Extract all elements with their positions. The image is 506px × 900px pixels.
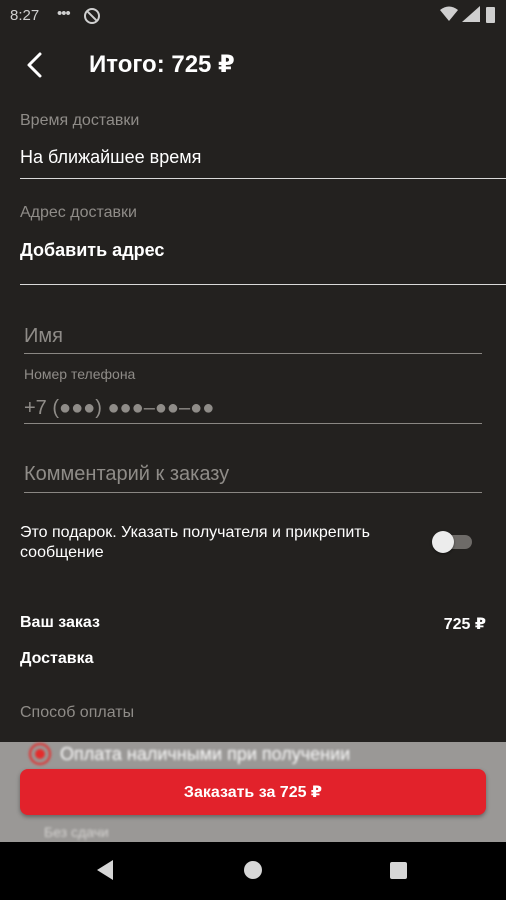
delivery-summary-label: Доставка — [20, 650, 94, 667]
back-button[interactable] — [18, 48, 52, 82]
comment-input[interactable] — [24, 460, 480, 488]
status-notification-dots: ••• — [57, 5, 71, 22]
nav-recents-icon[interactable] — [390, 862, 407, 879]
do-not-disturb-icon — [84, 8, 100, 24]
nav-back-icon[interactable] — [95, 858, 115, 882]
name-divider — [24, 353, 482, 354]
name-input[interactable] — [24, 322, 480, 350]
status-bar — [0, 0, 506, 32]
page-title: Итого: 725 ₽ — [89, 51, 235, 78]
payment-method-label: Способ оплаты — [20, 704, 135, 721]
gift-toggle[interactable] — [432, 531, 472, 553]
place-order-button[interactable]: Заказать за 725 ₽ — [20, 769, 486, 815]
delivery-address-divider — [20, 284, 506, 285]
phone-divider — [24, 423, 482, 424]
phone-label: Номер телефона — [24, 366, 136, 382]
status-time: 8:27 — [10, 7, 40, 24]
no-change-option[interactable]: Без сдачи — [44, 824, 109, 840]
wifi-icon — [440, 6, 458, 21]
add-address-button[interactable]: Добавить адрес — [20, 240, 164, 261]
chevron-left-icon — [27, 52, 42, 78]
delivery-time-label: Время доставки — [20, 112, 140, 129]
comment-divider — [24, 492, 482, 493]
gift-toggle-thumb — [432, 531, 454, 553]
delivery-time-divider — [20, 178, 506, 179]
nav-home-icon[interactable] — [244, 861, 262, 879]
delivery-address-label: Адрес доставки — [20, 204, 137, 221]
radio-selected-dot — [35, 749, 45, 759]
payment-cash-option[interactable]: Оплата наличными при получении — [60, 744, 350, 765]
delivery-time-selector[interactable]: На ближайшее время — [20, 147, 201, 168]
battery-icon — [486, 7, 495, 23]
order-summary-label: Ваш заказ — [20, 614, 100, 631]
signal-icon — [462, 6, 480, 22]
gift-option-text: Это подарок. Указать получателя и прикре… — [20, 524, 370, 561]
order-total-value: 725 ₽ — [443, 616, 486, 633]
phone-input[interactable] — [24, 394, 480, 422]
